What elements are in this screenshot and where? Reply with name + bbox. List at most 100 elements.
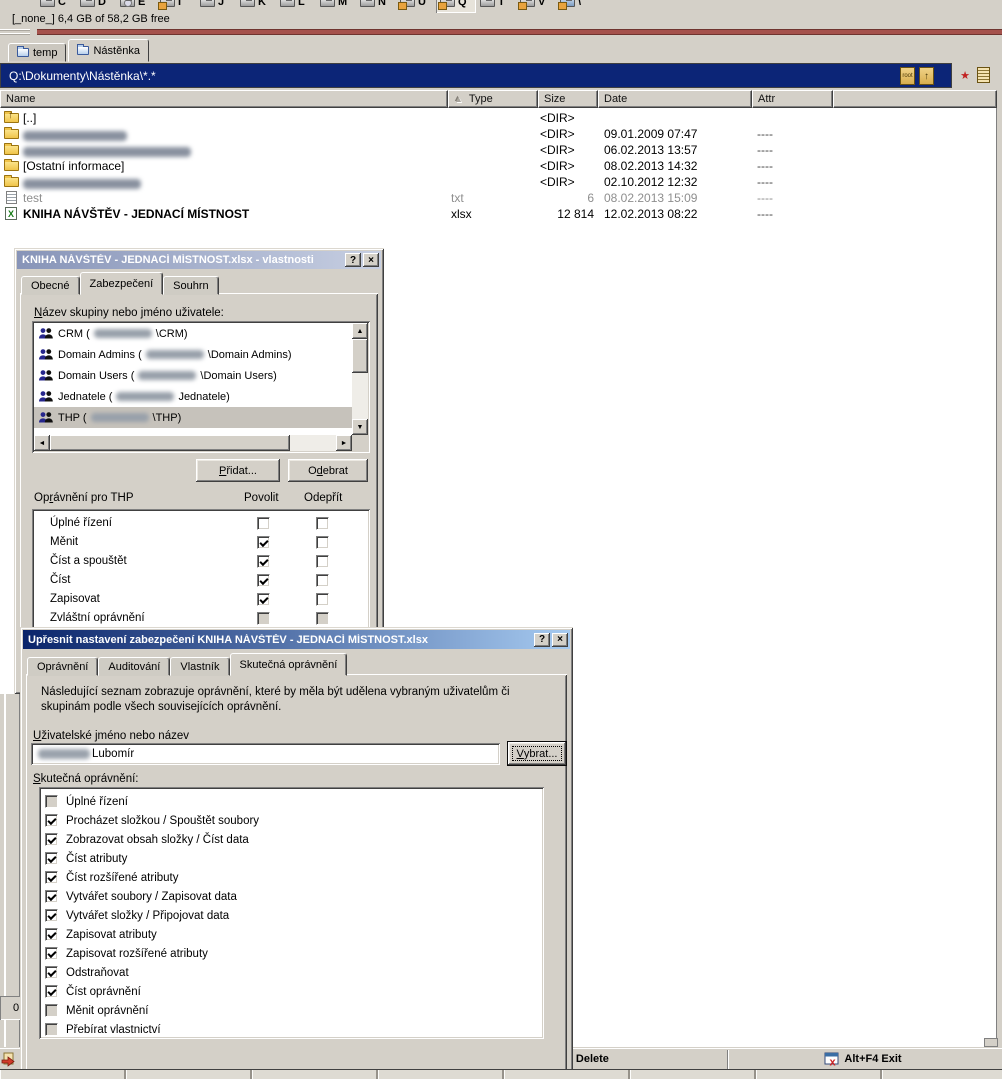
group-name-suffix: \Domain Users) xyxy=(200,369,277,382)
deny-checkbox[interactable] xyxy=(316,574,329,587)
advanced-dialog-titlebar[interactable]: Upřesnit nastavení zabezpečení KNIHA NÁV… xyxy=(23,630,570,649)
deny-checkbox[interactable] xyxy=(316,612,329,625)
group-list-item[interactable]: THP ( \THP) xyxy=(34,407,352,428)
drive-button[interactable]: V xyxy=(516,0,556,13)
permission-checkbox[interactable] xyxy=(45,871,58,884)
dialog-tab[interactable]: Skutečná oprávnění xyxy=(229,653,348,676)
drive-button[interactable]: U xyxy=(396,0,436,13)
permission-checkbox[interactable] xyxy=(45,966,58,979)
file-row[interactable]: [..] <DIR> xyxy=(0,110,996,126)
permission-checkbox[interactable] xyxy=(45,833,58,846)
permission-checkbox[interactable] xyxy=(45,985,58,998)
dialog-tab[interactable]: Obecné xyxy=(21,276,80,295)
drive-button[interactable]: C xyxy=(36,0,76,13)
deny-checkbox[interactable] xyxy=(316,593,329,606)
file-row[interactable]: <DIR> 09.01.2009 07:47 ---- xyxy=(0,126,996,142)
allow-checkbox[interactable] xyxy=(257,517,270,530)
dialog-tab[interactable]: Auditování xyxy=(98,657,171,676)
deny-checkbox[interactable] xyxy=(316,517,329,530)
remove-button[interactable]: Od ebrat xyxy=(288,459,368,482)
permission-checkbox[interactable] xyxy=(45,852,58,865)
drive-button[interactable]: L xyxy=(276,0,316,13)
column-header-size[interactable]: Size xyxy=(538,90,598,108)
deny-checkbox[interactable] xyxy=(316,555,329,568)
drive-button[interactable]: E xyxy=(116,0,156,13)
allow-checkbox[interactable] xyxy=(257,536,270,549)
close-button[interactable]: × xyxy=(552,632,568,647)
group-list-item[interactable]: Domain Users ( \Domain Users) xyxy=(34,365,352,386)
file-row[interactable]: [Ostatní informace] <DIR> 08.02.2013 14:… xyxy=(0,158,996,174)
drive-button[interactable]: T xyxy=(476,0,516,13)
help-button[interactable]: ? xyxy=(534,632,550,647)
splitter-grip[interactable] xyxy=(0,33,30,35)
permission-checkbox[interactable] xyxy=(45,928,58,941)
permission-checkbox[interactable] xyxy=(45,909,58,922)
folder-tab[interactable]: Nástěnka xyxy=(68,39,149,62)
drive-button[interactable]: D xyxy=(76,0,116,13)
permission-checkbox[interactable] xyxy=(45,814,58,827)
allow-checkbox[interactable] xyxy=(257,612,270,625)
drive-button[interactable]: Q xyxy=(436,0,476,13)
column-header-attr[interactable]: Attr xyxy=(752,90,833,108)
dialog-tab[interactable]: Oprávnění xyxy=(27,657,99,676)
properties-dialog-titlebar[interactable]: KNIHA NÁVŠTĚV - JEDNACÍ MÍSTNOST.xlsx - … xyxy=(17,251,381,269)
file-row[interactable]: <DIR> 06.02.2013 13:57 ---- xyxy=(0,142,996,158)
scroll-right-icon[interactable]: ► xyxy=(336,435,352,451)
splitter-grip[interactable] xyxy=(0,29,30,31)
allow-checkbox[interactable] xyxy=(257,574,270,587)
select-user-button[interactable]: Vybrat... xyxy=(508,742,566,765)
drive-button[interactable]: J xyxy=(196,0,236,13)
permission-label: Zobrazovat obsah složky / Číst data xyxy=(66,833,249,846)
favorites-icon[interactable]: ★ xyxy=(957,66,973,84)
drive-button[interactable]: M xyxy=(316,0,356,13)
scroll-down-icon[interactable]: ▼ xyxy=(352,419,368,435)
permission-checkbox[interactable] xyxy=(45,795,58,808)
folder-tab[interactable]: temp xyxy=(8,43,67,62)
dialog-tab[interactable]: Zabezpečení xyxy=(79,272,164,295)
dialog-tab[interactable]: Souhrn xyxy=(163,276,219,295)
drive-button[interactable]: K xyxy=(236,0,276,13)
file-row[interactable]: <DIR> 02.10.2012 12:32 ---- xyxy=(0,174,996,190)
history-icon[interactable] xyxy=(977,67,990,83)
scrollbar-thumb[interactable] xyxy=(50,435,290,451)
allow-checkbox[interactable] xyxy=(257,593,270,606)
panel-splitter[interactable] xyxy=(37,29,1002,35)
path-bar[interactable]: Q:\Dokumenty\Nástěnka\*.* root ↑ xyxy=(0,63,952,88)
file-row[interactable]: test txt 6 08.02.2013 15:09 ---- xyxy=(0,190,996,206)
column-header-name[interactable]: Name xyxy=(0,90,448,108)
vertical-scrollbar[interactable]: ▲ ▼ xyxy=(352,323,368,435)
parent-dir-icon[interactable]: ↑ xyxy=(919,67,934,85)
copy-arrow-icon[interactable] xyxy=(1,1051,15,1067)
permission-checkbox[interactable] xyxy=(45,1023,58,1036)
dialog-tab[interactable]: Vlastník xyxy=(170,657,230,676)
file-row[interactable]: KNIHA NÁVŠTĚV - JEDNACÍ MÍSTNOST xlsx 12… xyxy=(0,206,996,222)
user-name-field[interactable]: Lubomír xyxy=(31,743,500,765)
column-header-type[interactable]: ▲ Type xyxy=(448,90,538,108)
deny-checkbox[interactable] xyxy=(316,536,329,549)
group-list-item[interactable]: Domain Admins ( \Domain Admins) xyxy=(34,344,352,365)
permission-checkbox[interactable] xyxy=(45,1004,58,1017)
taskbar-edge[interactable] xyxy=(0,1069,1002,1079)
column-header-empty[interactable] xyxy=(833,90,997,108)
allow-checkbox[interactable] xyxy=(257,555,270,568)
help-button[interactable]: ? xyxy=(345,253,361,267)
group-list-item[interactable]: Jednatele ( Jednatele) xyxy=(34,386,352,407)
file-icon xyxy=(6,191,17,204)
add-button[interactable]: Přidat... xyxy=(196,459,280,482)
group-list-item[interactable]: CRM ( \CRM) xyxy=(34,323,352,344)
horizontal-scrollbar[interactable]: ◄ ► xyxy=(34,435,352,451)
permission-checkbox[interactable] xyxy=(45,890,58,903)
drive-button[interactable]: N xyxy=(356,0,396,13)
effective-permission-row: Zobrazovat obsah složky / Číst data xyxy=(45,830,544,849)
close-button[interactable]: × xyxy=(363,253,379,267)
root-dir-icon[interactable]: root xyxy=(900,67,915,85)
column-header-date[interactable]: Date xyxy=(598,90,752,108)
scrollbar-thumb[interactable] xyxy=(352,339,368,373)
drive-letter: C xyxy=(58,0,66,8)
permission-checkbox[interactable] xyxy=(45,947,58,960)
scroll-left-icon[interactable]: ◄ xyxy=(34,435,50,451)
scroll-up-icon[interactable]: ▲ xyxy=(352,323,368,339)
drive-button[interactable]: I xyxy=(156,0,196,13)
exit-button[interactable]: x Alt+F4 Exit xyxy=(729,1049,997,1069)
drive-button[interactable]: \ xyxy=(556,0,596,13)
